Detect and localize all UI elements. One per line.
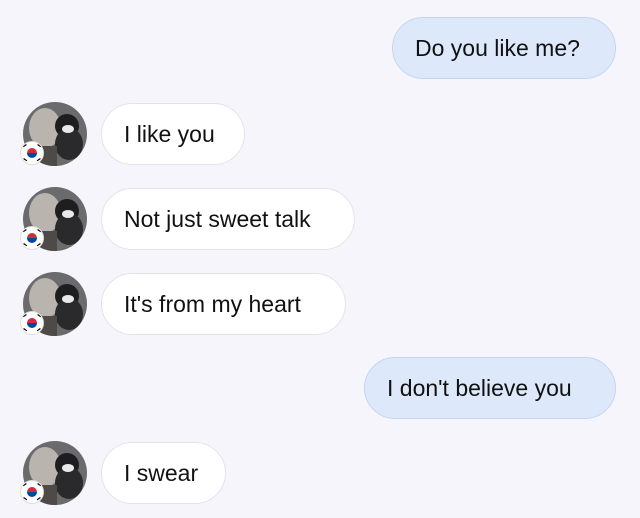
- received-message: I like you: [21, 102, 263, 166]
- message-bubble[interactable]: I don't believe you: [364, 357, 616, 419]
- message-bubble[interactable]: I swear: [101, 442, 226, 504]
- message-text: I like you: [124, 120, 215, 147]
- message-bubble[interactable]: Do you like me?: [392, 17, 616, 79]
- sent-message: Do you like me?: [392, 17, 616, 79]
- korea-flag-icon: [21, 312, 43, 334]
- message-text: I swear: [124, 459, 199, 486]
- sender-avatar[interactable]: [21, 102, 87, 166]
- korea-flag-icon: [21, 142, 43, 164]
- sender-avatar[interactable]: [21, 187, 87, 251]
- received-message: It's from my heart: [21, 272, 353, 336]
- korea-flag-icon: [21, 227, 43, 249]
- message-text: I don't believe you: [387, 374, 572, 401]
- message-text: Do you like me?: [415, 34, 580, 61]
- received-message: Not just sweet talk: [21, 187, 363, 251]
- received-message: I swear: [21, 441, 233, 505]
- sent-message: I don't believe you: [364, 357, 616, 419]
- sender-avatar[interactable]: [21, 272, 87, 336]
- message-bubble[interactable]: I like you: [101, 103, 245, 165]
- message-text: It's from my heart: [124, 290, 301, 317]
- message-bubble[interactable]: Not just sweet talk: [101, 188, 355, 250]
- message-bubble[interactable]: It's from my heart: [101, 273, 346, 335]
- chat-thread: Do you like me? I like you Not just swee…: [0, 0, 640, 518]
- korea-flag-icon: [21, 481, 43, 503]
- sender-avatar[interactable]: [21, 441, 87, 505]
- message-text: Not just sweet talk: [124, 205, 311, 232]
